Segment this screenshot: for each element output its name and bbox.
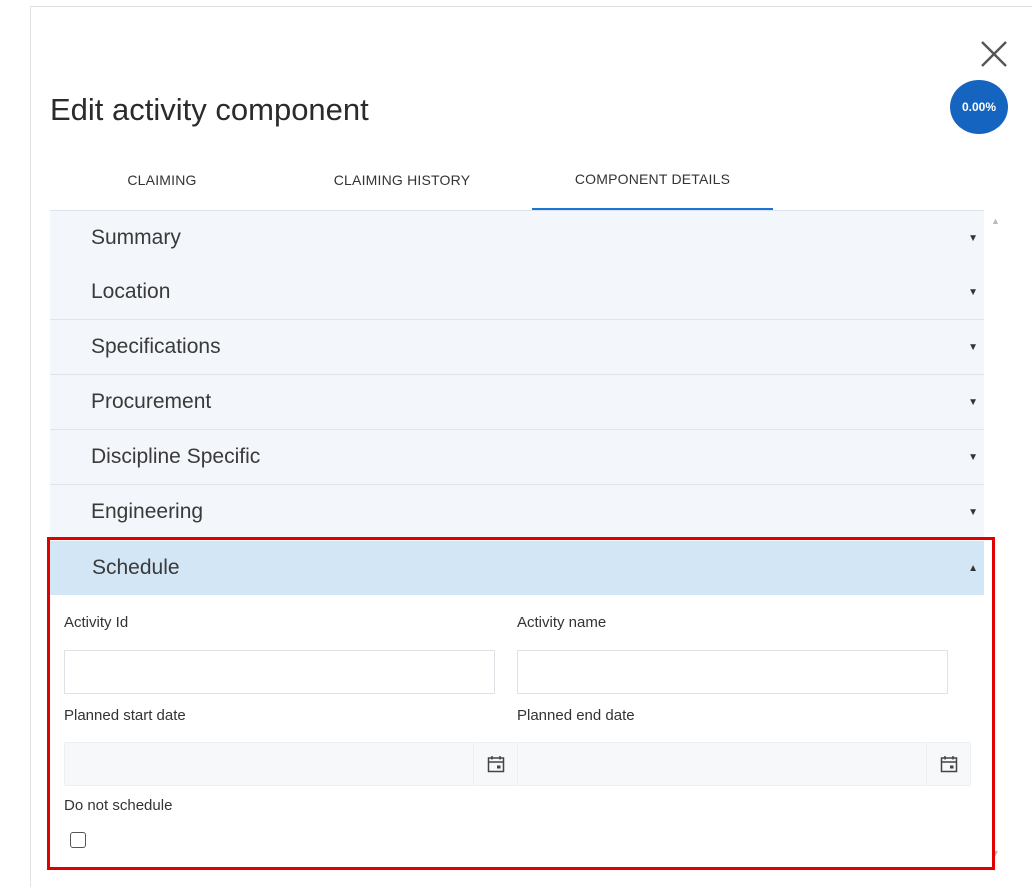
activity-name-input[interactable] <box>517 650 948 694</box>
accordion-label: Schedule <box>92 556 180 579</box>
accordion-label: Location <box>91 280 171 303</box>
close-icon <box>981 41 1007 67</box>
tab-bar: CLAIMING CLAIMING HISTORY COMPONENT DETA… <box>50 150 984 210</box>
accordion-procurement[interactable]: Procurement ▼ <box>50 375 984 430</box>
caret-down-icon: ▼ <box>968 506 978 518</box>
planned-end-date-label: Planned end date <box>517 707 635 724</box>
caret-down-icon: ▼ <box>968 341 978 353</box>
tab-component-details[interactable]: COMPONENT DETAILS <box>532 150 773 210</box>
calendar-icon <box>940 756 957 773</box>
tab-claiming-history[interactable]: CLAIMING HISTORY <box>312 151 492 209</box>
caret-down-icon: ▼ <box>968 232 978 244</box>
accordion-label: Engineering <box>91 500 204 523</box>
scrollbar[interactable]: ▲ ▼ <box>984 210 1006 870</box>
caret-down-icon: ▼ <box>968 286 978 298</box>
scroll-down-icon[interactable]: ▼ <box>991 848 1000 858</box>
close-button[interactable] <box>978 38 1010 70</box>
scroll-up-icon[interactable]: ▲ <box>991 216 1000 226</box>
calendar-icon <box>487 756 504 773</box>
accordion-discipline-specific[interactable]: Discipline Specific ▼ <box>50 430 984 485</box>
caret-down-icon: ▼ <box>968 396 978 408</box>
caret-up-icon: ▲ <box>968 562 978 574</box>
activity-name-label: Activity name <box>517 614 607 631</box>
accordion-label: Discipline Specific <box>91 445 261 468</box>
accordion-engineering[interactable]: Engineering ▼ <box>50 485 984 540</box>
do-not-schedule-checkbox[interactable] <box>70 832 86 848</box>
accordion-summary[interactable]: Summary ▼ <box>50 211 984 266</box>
accordion-label: Procurement <box>91 390 212 413</box>
caret-down-icon: ▼ <box>968 451 978 463</box>
accordion-schedule[interactable]: Schedule ▲ <box>50 541 984 595</box>
tab-claiming[interactable]: CLAIMING <box>92 151 232 209</box>
activity-id-label: Activity Id <box>64 614 129 631</box>
activity-id-input[interactable] <box>64 650 495 694</box>
accordion-label: Specifications <box>91 335 221 358</box>
end-date-picker-button[interactable] <box>927 742 971 786</box>
progress-badge: 0.00% <box>950 80 1008 134</box>
accordion-specifications[interactable]: Specifications ▼ <box>50 320 984 375</box>
planned-start-date-label: Planned start date <box>64 707 186 724</box>
accordion-location[interactable]: Location ▼ <box>50 265 984 320</box>
accordion-label: Summary <box>91 226 181 249</box>
planned-start-date-input[interactable] <box>64 742 474 786</box>
planned-end-date-input[interactable] <box>517 742 927 786</box>
do-not-schedule-label: Do not schedule <box>64 797 173 814</box>
dialog-title: Edit activity component <box>50 92 369 127</box>
start-date-picker-button[interactable] <box>474 742 518 786</box>
